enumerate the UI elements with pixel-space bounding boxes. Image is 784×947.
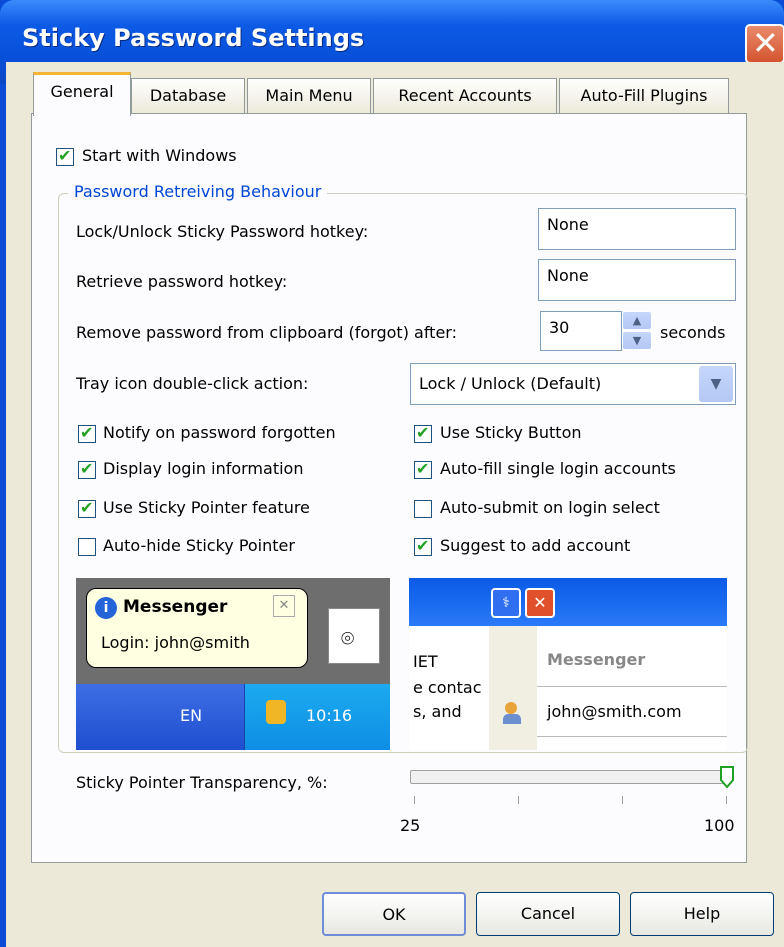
retrieve-hotkey-input[interactable]: None — [538, 259, 736, 301]
tab-auto-fill-plugins[interactable]: Auto-Fill Plugins — [559, 78, 729, 114]
transparency-slider-thumb[interactable] — [720, 766, 734, 789]
group-title: Password Retreiving Behaviour — [68, 182, 328, 201]
lock-hotkey-label: Lock/Unlock Sticky Password hotkey: — [76, 222, 369, 241]
tab-main-menu[interactable]: Main Menu — [247, 78, 371, 114]
spin-down-icon[interactable]: ▼ — [622, 331, 652, 350]
transparency-label: Sticky Pointer Transparency, %: — [76, 773, 328, 792]
start-with-windows-checkbox[interactable]: ✔ — [56, 146, 74, 166]
balloon-tip: i Messenger ✕ Login: john@smith — [86, 588, 308, 668]
sticky-pointer-preview: EN 10:16 ⌾ i Messenger ✕ Login: john@smi… — [76, 578, 390, 750]
preview-text-1: IET — [413, 652, 438, 671]
preview-list — [537, 626, 727, 750]
lock-hotkey-input[interactable]: None — [538, 208, 736, 250]
account-name: Messenger — [547, 650, 646, 669]
sticky-button-preview: ⚕ ✕ IET e contac s, and Messenger john@s… — [409, 578, 727, 750]
window-thumbnail-icon: ⌾ — [328, 608, 380, 664]
ok-button[interactable]: OK — [322, 892, 466, 936]
tray-action-label: Tray icon double-click action: — [76, 374, 309, 393]
check-icon: ✔ — [416, 536, 430, 555]
tray-action-select[interactable]: Lock / Unlock (Default) ▼ — [410, 363, 736, 405]
account-login: john@smith.com — [547, 702, 682, 721]
help-button[interactable]: Help — [630, 892, 774, 936]
settings-window: Sticky Password Settings ✕ General Datab… — [0, 0, 784, 947]
notify-forgotten-label: Notify on password forgotten — [103, 423, 336, 442]
check-icon: ✔ — [416, 423, 430, 442]
auto-hide-pointer-checkbox[interactable] — [78, 538, 96, 556]
check-icon: ✔ — [416, 459, 430, 478]
retrieve-hotkey-label: Retrieve password hotkey: — [76, 272, 288, 291]
clipboard-spinner[interactable]: ▲ ▼ — [622, 311, 652, 351]
preview-icon-column — [489, 626, 537, 750]
lock-icon — [266, 700, 286, 724]
transparency-min-label: 25 — [400, 816, 421, 835]
cancel-button[interactable]: Cancel — [476, 892, 620, 936]
close-icon: ✕ — [752, 24, 779, 62]
close-button[interactable]: ✕ — [745, 24, 784, 64]
info-icon: i — [95, 597, 117, 619]
tab-recent-accounts[interactable]: Recent Accounts — [373, 78, 557, 114]
sticky-button-icon: ⚕ — [491, 588, 521, 618]
check-icon: ✔ — [80, 498, 94, 517]
preview-text-3: s, and — [413, 702, 462, 721]
close-icon: ✕ — [525, 588, 555, 618]
auto-submit-checkbox[interactable] — [414, 500, 432, 518]
clipboard-seconds-input[interactable]: 30 — [540, 311, 622, 351]
check-icon: ✔ — [80, 423, 94, 442]
tray-lang: EN — [180, 706, 203, 725]
sticky-button-label: Use Sticky Button — [440, 423, 582, 442]
user-icon — [501, 702, 525, 726]
tray-time: 10:16 — [306, 706, 353, 725]
check-icon: ✔ — [58, 146, 72, 165]
chevron-down-icon[interactable]: ▼ — [699, 366, 733, 402]
tab-database[interactable]: Database — [131, 78, 245, 114]
transparency-max-label: 100 — [704, 816, 735, 835]
preview-titlebar — [409, 578, 727, 626]
start-with-windows-label: Start with Windows — [82, 146, 237, 165]
sticky-pointer-checkbox[interactable]: ✔ — [78, 498, 96, 518]
preview-text-2: e contac — [413, 678, 482, 697]
spin-up-icon[interactable]: ▲ — [622, 311, 652, 330]
sticky-pointer-label: Use Sticky Pointer feature — [103, 498, 310, 517]
transparency-slider-track[interactable] — [410, 770, 732, 784]
seconds-label: seconds — [660, 323, 726, 342]
auto-fill-single-checkbox[interactable]: ✔ — [414, 459, 432, 479]
display-login-checkbox[interactable]: ✔ — [78, 459, 96, 479]
suggest-add-label: Suggest to add account — [440, 536, 631, 555]
check-icon: ✔ — [80, 459, 94, 478]
balloon-text: Login: john@smith — [101, 633, 250, 652]
sticky-button-checkbox[interactable]: ✔ — [414, 423, 432, 443]
auto-hide-pointer-label: Auto-hide Sticky Pointer — [103, 536, 295, 555]
suggest-add-checkbox[interactable]: ✔ — [414, 536, 432, 556]
auto-submit-label: Auto-submit on login select — [440, 498, 660, 517]
window-title: Sticky Password Settings — [22, 24, 365, 52]
clipboard-label: Remove password from clipboard (forgot) … — [76, 323, 457, 342]
close-icon: ✕ — [273, 595, 295, 617]
balloon-title: Messenger — [123, 597, 228, 617]
tray-action-value: Lock / Unlock (Default) — [419, 374, 602, 393]
display-login-label: Display login information — [103, 459, 304, 478]
notify-forgotten-checkbox[interactable]: ✔ — [78, 423, 96, 443]
auto-fill-single-label: Auto-fill single login accounts — [440, 459, 676, 478]
tab-general[interactable]: General — [33, 72, 131, 116]
